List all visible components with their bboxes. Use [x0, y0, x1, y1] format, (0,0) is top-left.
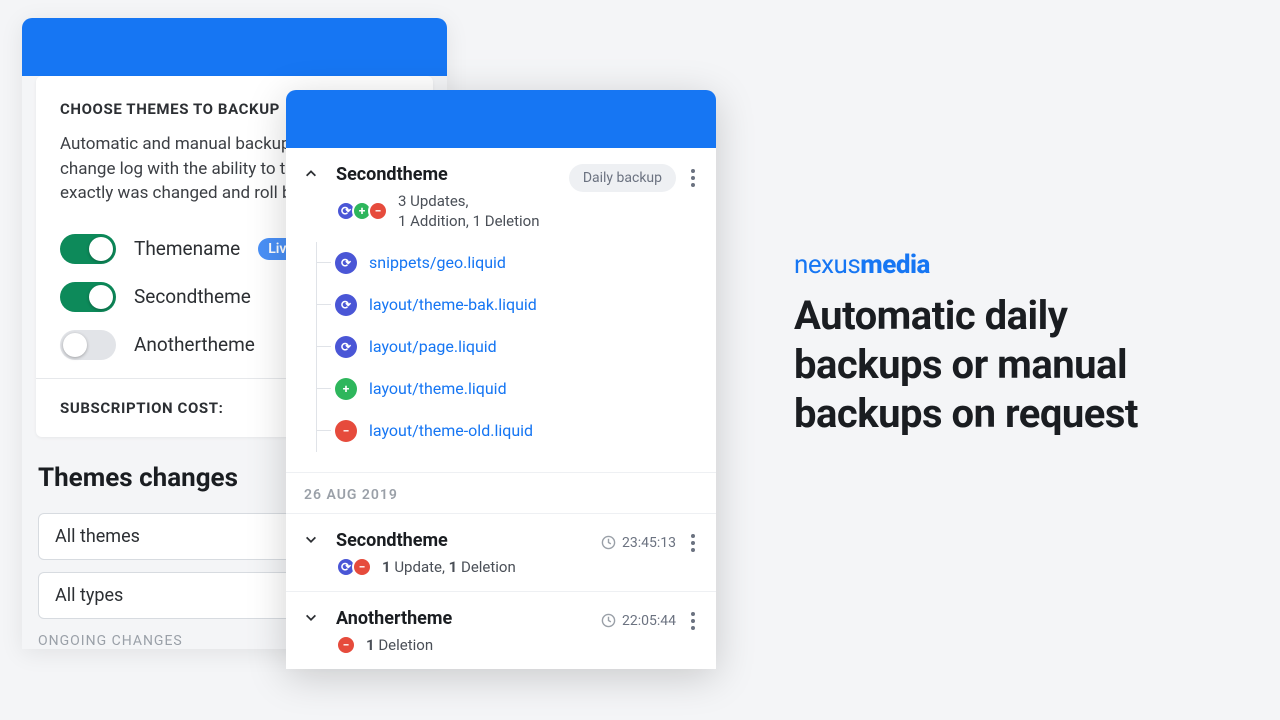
file-path: snippets/geo.liquid	[369, 253, 506, 272]
headline: Automatic daily backups or manual backup…	[794, 292, 1214, 438]
deletion-icon: −	[352, 557, 372, 577]
deletion-icon: −	[335, 420, 357, 442]
deletion-icon: −	[336, 635, 356, 655]
update-icon: ⟳	[335, 336, 357, 358]
changed-file[interactable]: ⟳ layout/theme-bak.liquid	[317, 284, 698, 326]
entry-time: 23:45:13	[601, 535, 676, 551]
change-type-icons: −	[336, 635, 352, 655]
changed-file[interactable]: − layout/theme-old.liquid	[317, 410, 698, 452]
date-separator: 26 AUG 2019	[286, 473, 716, 514]
theme-name: Anothertheme	[134, 333, 255, 356]
entry-menu-button[interactable]	[684, 530, 702, 556]
changelog-entry-expanded: Secondtheme ⟳ + − 3 Updates, 1 Addition,…	[286, 148, 716, 473]
changed-files-list: ⟳ snippets/geo.liquid ⟳ layout/theme-bak…	[316, 242, 698, 452]
theme-name: Themename	[134, 237, 240, 260]
theme-toggle[interactable]	[60, 234, 116, 264]
expand-icon[interactable]	[304, 532, 326, 554]
change-type-icons: ⟳ + −	[336, 201, 384, 221]
changed-file[interactable]: ⟳ snippets/geo.liquid	[317, 242, 698, 284]
file-path: layout/theme-bak.liquid	[369, 295, 537, 314]
entry-summary: 1 Deletion	[366, 635, 433, 655]
file-path: layout/theme-old.liquid	[369, 421, 533, 440]
entry-summary: 3 Updates, 1 Addition, 1 Deletion	[398, 191, 540, 232]
clock-icon	[601, 535, 616, 550]
deletion-icon: −	[368, 201, 388, 221]
changed-file[interactable]: + layout/theme.liquid	[317, 368, 698, 410]
expand-icon[interactable]	[304, 610, 326, 632]
update-icon: ⟳	[335, 252, 357, 274]
entry-time: 22:05:44	[601, 613, 676, 629]
marketing-copy: nexusmedia Automatic daily backups or ma…	[794, 250, 1214, 438]
changed-file[interactable]: ⟳ layout/page.liquid	[317, 326, 698, 368]
file-path: layout/page.liquid	[369, 337, 497, 356]
addition-icon: +	[335, 378, 357, 400]
theme-toggle[interactable]	[60, 330, 116, 360]
change-log-panel: Secondtheme ⟳ + − 3 Updates, 1 Addition,…	[286, 90, 716, 669]
changelog-entry: Secondtheme ⟳ − 1 Update, 1 Deletion 23:…	[286, 514, 716, 592]
collapse-icon[interactable]	[304, 166, 326, 188]
clock-icon	[601, 613, 616, 628]
file-path: layout/theme.liquid	[369, 379, 507, 398]
entry-menu-button[interactable]	[684, 608, 702, 634]
theme-toggle[interactable]	[60, 282, 116, 312]
brand-logo: nexusmedia	[794, 250, 1214, 280]
theme-name: Secondtheme	[134, 285, 251, 308]
backup-type-chip: Daily backup	[569, 164, 676, 192]
change-type-icons: ⟳ −	[336, 557, 368, 577]
changelog-entry: Anothertheme − 1 Deletion 22:05:44	[286, 592, 716, 669]
update-icon: ⟳	[335, 294, 357, 316]
entry-summary: 1 Update, 1 Deletion	[382, 557, 516, 577]
entry-menu-button[interactable]	[684, 165, 702, 191]
